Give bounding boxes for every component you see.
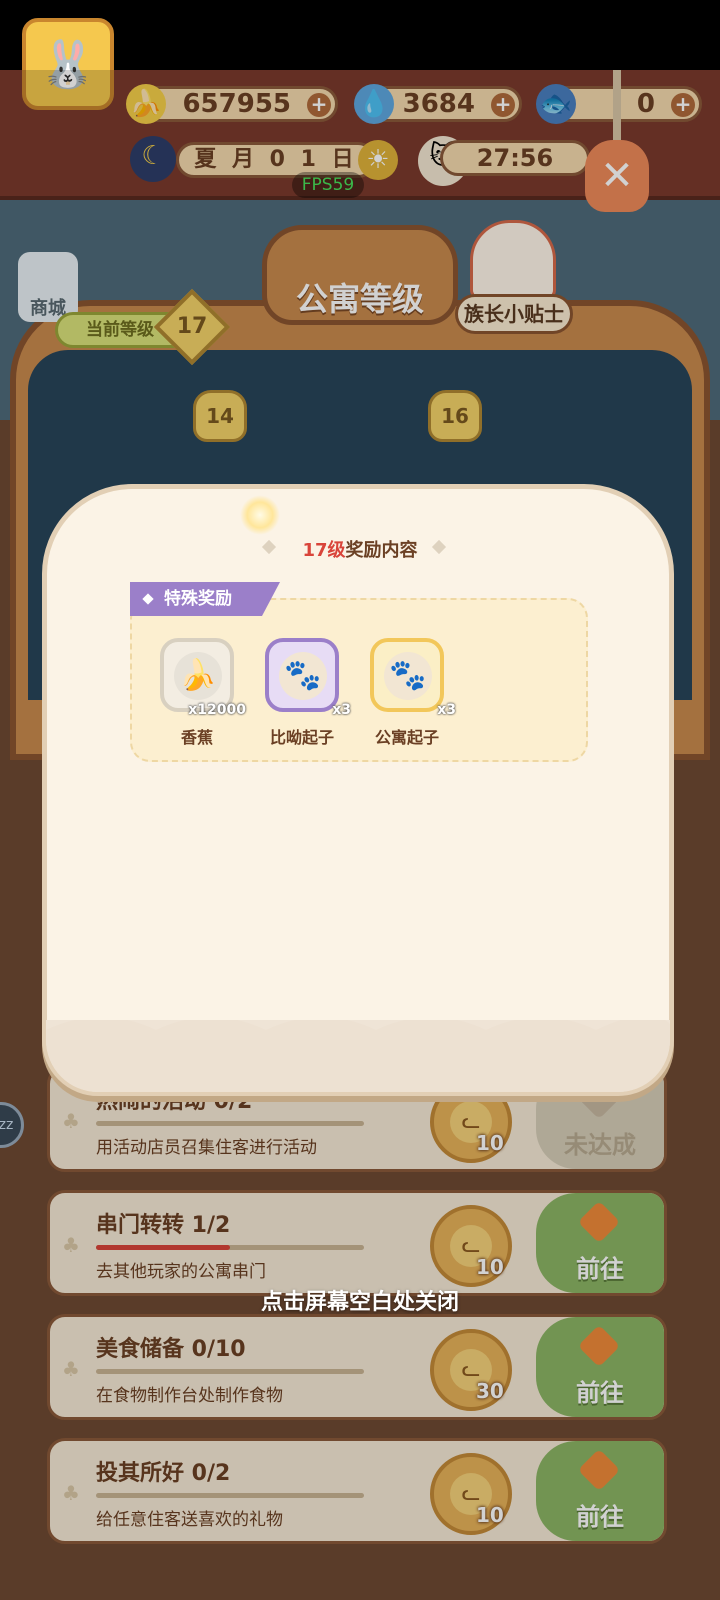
special-reward-label: 特殊奖励 [130,582,280,616]
reward-item-apartment-opener[interactable]: 🐾 x3 [370,638,456,718]
modal-scallop-border [46,1020,670,1092]
reward-modal [42,484,674,1096]
modal-title: 17级奖励内容 [0,536,720,562]
reward-name: 比呦起子 [269,728,334,747]
paw-key-icon: 🐾 [384,652,432,700]
scallop-shape [46,1020,670,1092]
modal-title-level: 17级 [302,540,346,561]
reward-name: 公寓起子 [374,728,439,747]
reward-qty: x3 [437,702,456,718]
reward-item-banana[interactable]: 🍌 x12000 [160,638,246,718]
sparkle-icon [240,495,280,535]
banana-icon: 🍌 [174,652,222,700]
reward-item-biyou-opener[interactable]: 🐾 x3 [265,638,351,718]
paw-key-icon: 🐾 [279,652,327,700]
reward-qty: x12000 [188,702,246,718]
modal-title-text: 奖励内容 [345,540,418,561]
reward-name: 香蕉 [180,728,213,747]
close-hint: 点击屏幕空白处关闭 [260,1290,459,1315]
reward-qty: x3 [332,702,351,718]
